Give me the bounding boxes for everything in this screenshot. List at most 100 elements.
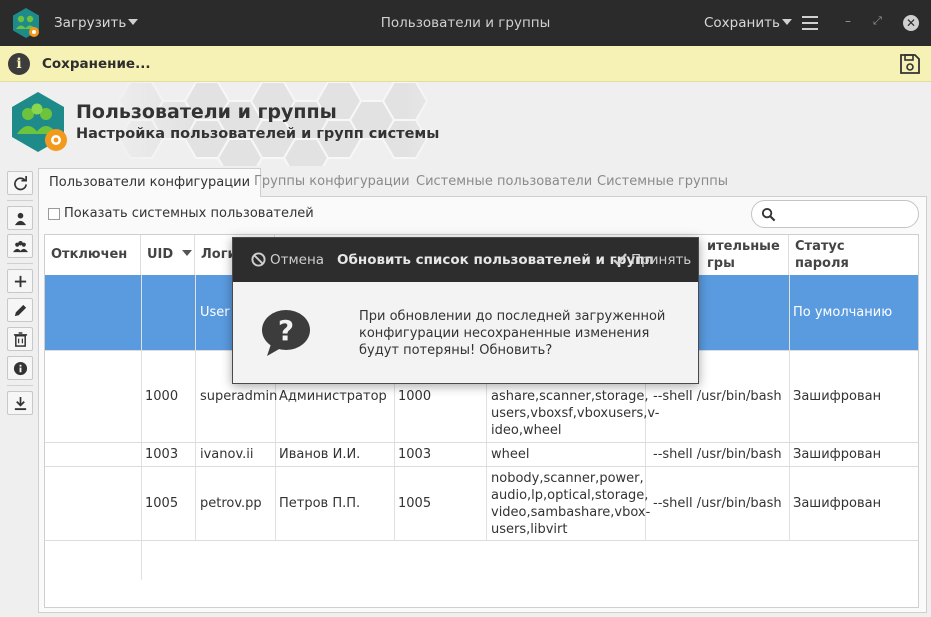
column-divider [195,275,196,540]
cell-login: User [200,305,230,320]
group-mode-button[interactable] [7,234,33,258]
chevron-down-icon [128,19,139,25]
cell-groups-line: users,libvirt [491,522,568,537]
close-button[interactable]: ✕ [903,15,919,31]
toolbar-divider [7,263,33,264]
maximize-button[interactable]: ⤢ [873,14,885,28]
column-header-disabled[interactable]: Отключен [45,235,141,275]
download-icon [14,396,27,411]
cell-options: --shell /usr/bin/bash [653,496,782,511]
page-subtitle: Настройка пользователей и групп системы [76,126,440,142]
search-icon [761,207,776,222]
chevron-down-icon [781,19,792,25]
load-menu-label: Загрузить [54,15,127,31]
cancel-button[interactable]: Отмена [251,252,324,268]
cell-groups-line: ashare,scanner,storage, [491,389,649,404]
hamburger-menu-icon[interactable] [802,16,818,30]
status-infobar: i Сохранение... [0,46,931,82]
question-icon: ? [262,310,310,356]
cell-groups-line: audio,lp,optical,storage, [491,488,649,503]
cell-uid: 1003 [145,447,179,462]
info-icon [13,361,28,376]
window-titlebar: Загрузить Пользователи и группы Сохранит… [0,0,931,46]
minimize-button[interactable]: – [845,14,857,28]
checkmark-icon [613,253,627,266]
cell-groups-line: nobody,scanner,power, [491,471,644,486]
sort-descending-icon [181,250,192,256]
page-title: Пользователи и группы [76,101,337,123]
cell-options: --shell /usr/bin/bash [653,447,782,462]
cell-groups-line: users,vboxsf,vboxusers,v- [491,406,660,421]
save-menu-label: Сохранить [704,15,780,31]
status-message: Сохранение... [42,56,151,72]
column-header-status-line1: Статус [795,239,845,254]
row-divider [45,442,918,443]
cell-name: Петров П.П. [279,496,361,511]
cancel-label: Отмена [270,252,325,268]
edit-button[interactable] [7,298,33,322]
cell-password-status: Зашифрован [793,389,882,404]
cell-groups-line: wheel [491,447,530,462]
cell-name: Администратор [279,389,387,404]
import-button[interactable] [7,391,33,415]
group-icon [13,240,28,253]
show-system-users-checkbox[interactable] [48,208,60,220]
page-header: Пользователи и группы Настройка пользова… [0,82,931,166]
toolbar-divider [7,200,33,201]
cell-groups-line: ideo,wheel [491,423,562,438]
toolbar-divider [7,385,33,386]
accept-button[interactable]: Принять [613,252,691,268]
users-groups-app-icon [13,8,39,38]
cell-groups-line: video,sambashare,vbox- [491,505,651,520]
question-glyph: ? [278,314,294,347]
tab-system-groups[interactable]: Системные группы [597,168,728,196]
cell-password-status: Зашифрован [793,447,882,462]
show-system-users-label: Показать системных пользователей [64,206,314,221]
refresh-button[interactable] [7,171,33,195]
info-icon: i [8,53,30,75]
column-header-uid-label: UID [147,247,174,262]
cell-password-status: Зашифрован [793,496,882,511]
tab-system-users[interactable]: Системные пользователи [416,168,592,196]
cell-options: --shell /usr/bin/bash [653,389,782,404]
trash-icon [13,332,28,347]
save-menu-button[interactable]: Сохранить [704,15,792,31]
accept-label: Принять [631,252,692,268]
user-icon [14,212,27,226]
column-divider [141,275,142,580]
delete-button[interactable] [7,327,33,351]
dialog-message: При обновлении до последней загруженной … [359,309,666,358]
row-divider [45,466,918,467]
refresh-confirm-dialog: Отмена Обновить список пользователей и г… [232,237,699,384]
cell-uid: 1000 [145,389,179,404]
column-divider [789,275,790,540]
app-logo [12,92,67,152]
user-mode-button[interactable] [7,206,33,230]
save-disk-icon[interactable] [898,52,922,76]
hexagon-background [100,82,480,166]
row-divider [45,540,918,541]
search-input[interactable] [751,200,919,228]
cell-login: ivanov.ii [200,447,254,462]
dialog-title: Обновить список пользователей и групп [337,252,654,268]
add-button[interactable] [7,269,33,293]
cancel-icon [251,252,266,267]
cell-group: 1000 [398,389,432,404]
dialog-header: Отмена Обновить список пользователей и г… [233,238,698,282]
cell-password-status: По умолчанию [793,305,893,320]
load-menu-button[interactable]: Загрузить [54,15,139,31]
edit-pencil-icon [14,304,27,317]
cell-login: superadmin [200,389,278,404]
tab-config-users[interactable]: Пользователи конфигурации [38,168,262,197]
details-button[interactable] [7,356,33,380]
cell-uid: 1005 [145,496,179,511]
cell-login: petrov.pp [200,496,262,511]
column-header-uid[interactable]: UID [141,235,195,275]
tab-config-groups[interactable]: Группы конфигурации [254,168,410,196]
cell-group: 1005 [398,496,432,511]
add-icon [14,275,27,288]
column-header-password-status[interactable]: Статус пароля [789,235,918,275]
cell-group: 1003 [398,447,432,462]
cell-name: Иванов И.И. [279,447,361,462]
refresh-icon [14,176,27,191]
